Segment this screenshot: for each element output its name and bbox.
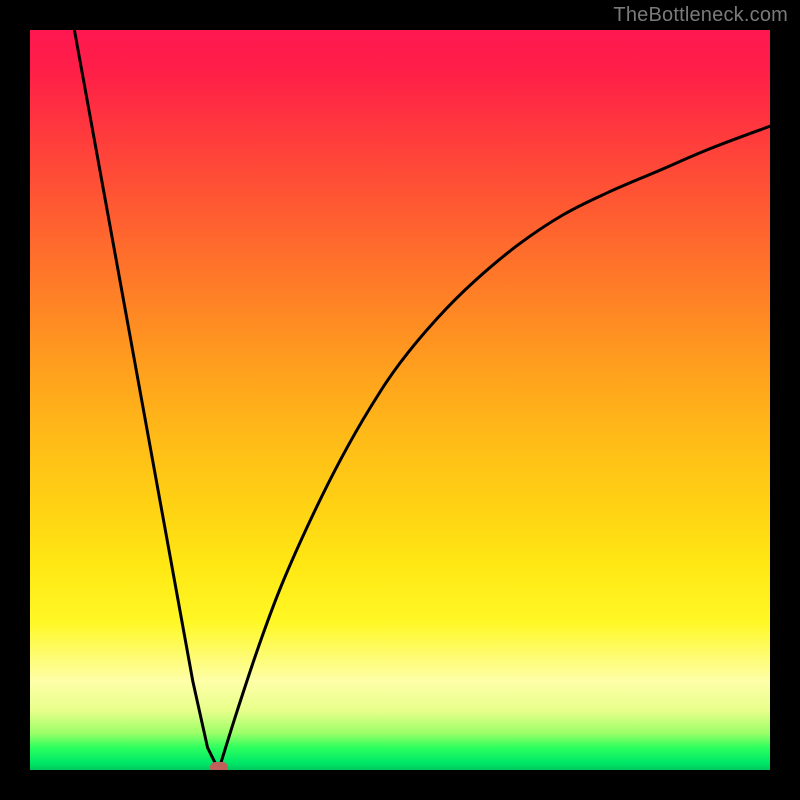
curve-right-branch — [219, 126, 770, 770]
plot-area — [30, 30, 770, 770]
minimum-marker — [210, 762, 228, 770]
chart-frame: TheBottleneck.com — [0, 0, 800, 800]
curve-left-branch — [74, 30, 218, 770]
bottleneck-curve — [30, 30, 770, 770]
watermark-text: TheBottleneck.com — [613, 4, 788, 27]
